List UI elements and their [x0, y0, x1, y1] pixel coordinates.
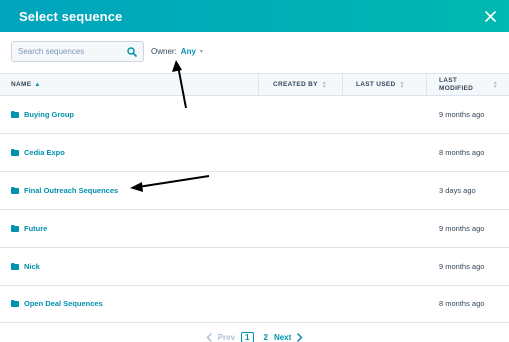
column-modified-line2: MODIFIED	[439, 84, 474, 92]
row-last-modified: 9 months ago	[439, 224, 485, 233]
next-page-button[interactable]: Next	[274, 333, 291, 342]
folder-icon	[11, 187, 19, 194]
row-name[interactable]: Future	[24, 224, 47, 233]
close-icon[interactable]	[483, 9, 497, 23]
search-icon[interactable]	[127, 46, 137, 57]
row-last-modified: 9 months ago	[439, 262, 485, 271]
row-name[interactable]: Open Deal Sequences	[24, 299, 103, 308]
owner-dropdown[interactable]: Any	[181, 47, 196, 56]
row-name[interactable]: Nick	[24, 262, 40, 271]
column-created-label: CREATED BY	[273, 81, 318, 88]
toolbar: Owner: Any ▼	[11, 41, 204, 62]
page-2-button[interactable]: 2	[264, 333, 268, 342]
sequence-folder-link[interactable]: Future	[11, 224, 47, 233]
pagination: Prev 1 2 Next	[0, 330, 509, 342]
table-row[interactable]: Cedia Expo 8 months ago	[0, 134, 509, 172]
row-last-modified: 8 months ago	[439, 148, 485, 157]
sort-icon[interactable]: ▲ ▼	[400, 80, 405, 89]
folder-icon	[11, 225, 19, 232]
column-used-label: LAST USED	[356, 81, 396, 88]
row-last-modified: 9 months ago	[439, 110, 485, 119]
table-row[interactable]: Open Deal Sequences 8 months ago	[0, 285, 509, 323]
caret-down-icon[interactable]: ▼	[199, 49, 204, 55]
column-header-created-by[interactable]: CREATED BY ▲ ▼	[258, 74, 327, 95]
sequence-folder-link[interactable]: Buying Group	[11, 110, 74, 119]
table-row[interactable]: Future 9 months ago	[0, 210, 509, 248]
row-name[interactable]: Final Outreach Sequences	[24, 186, 118, 195]
prev-page-button[interactable]: Prev	[218, 333, 235, 342]
table-row[interactable]: Final Outreach Sequences 3 days ago	[0, 172, 509, 210]
sequence-folder-link[interactable]: Cedia Expo	[11, 148, 65, 157]
table-row[interactable]: Nick 9 months ago	[0, 248, 509, 286]
row-name[interactable]: Buying Group	[24, 110, 74, 119]
sequence-folder-link[interactable]: Nick	[11, 262, 40, 271]
column-header-last-used[interactable]: LAST USED ▲ ▼	[342, 74, 405, 95]
sort-icon[interactable]: ▲ ▼	[322, 80, 327, 89]
folder-icon	[11, 263, 19, 270]
folder-icon	[11, 111, 19, 118]
row-name[interactable]: Cedia Expo	[24, 148, 65, 157]
table-row[interactable]: Buying Group 9 months ago	[0, 96, 509, 134]
search-input[interactable]	[18, 47, 127, 56]
sort-icon[interactable]: ▲ ▼	[493, 80, 498, 89]
table-header: NAME ▲ CREATED BY ▲ ▼ LAST USED ▲ ▼ LAST M…	[0, 73, 509, 96]
sequence-folder-link[interactable]: Final Outreach Sequences	[11, 186, 118, 195]
row-last-modified: 8 months ago	[439, 299, 485, 308]
column-name-label: NAME	[11, 81, 32, 88]
folder-icon	[11, 300, 19, 307]
chevron-right-icon[interactable]	[296, 332, 304, 342]
owner-filter: Owner: Any ▼	[151, 47, 204, 56]
column-modified-line1: LAST	[439, 76, 458, 84]
column-header-name[interactable]: NAME ▲	[11, 74, 41, 95]
row-last-modified: 3 days ago	[439, 186, 476, 195]
sort-arrow-icon[interactable]: ▲	[34, 82, 40, 88]
column-header-last-modified[interactable]: LAST MODIFIED ▲ ▼	[426, 74, 509, 95]
sequence-folder-link[interactable]: Open Deal Sequences	[11, 299, 103, 308]
chevron-left-icon	[205, 332, 213, 342]
current-page: 1	[241, 331, 254, 342]
search-box[interactable]	[11, 41, 144, 62]
modal-header: Select sequence	[0, 0, 509, 32]
modal-title: Select sequence	[19, 8, 123, 24]
column-modified-label: LAST MODIFIED	[439, 77, 473, 93]
folder-icon	[11, 149, 19, 156]
owner-label: Owner:	[151, 47, 177, 56]
